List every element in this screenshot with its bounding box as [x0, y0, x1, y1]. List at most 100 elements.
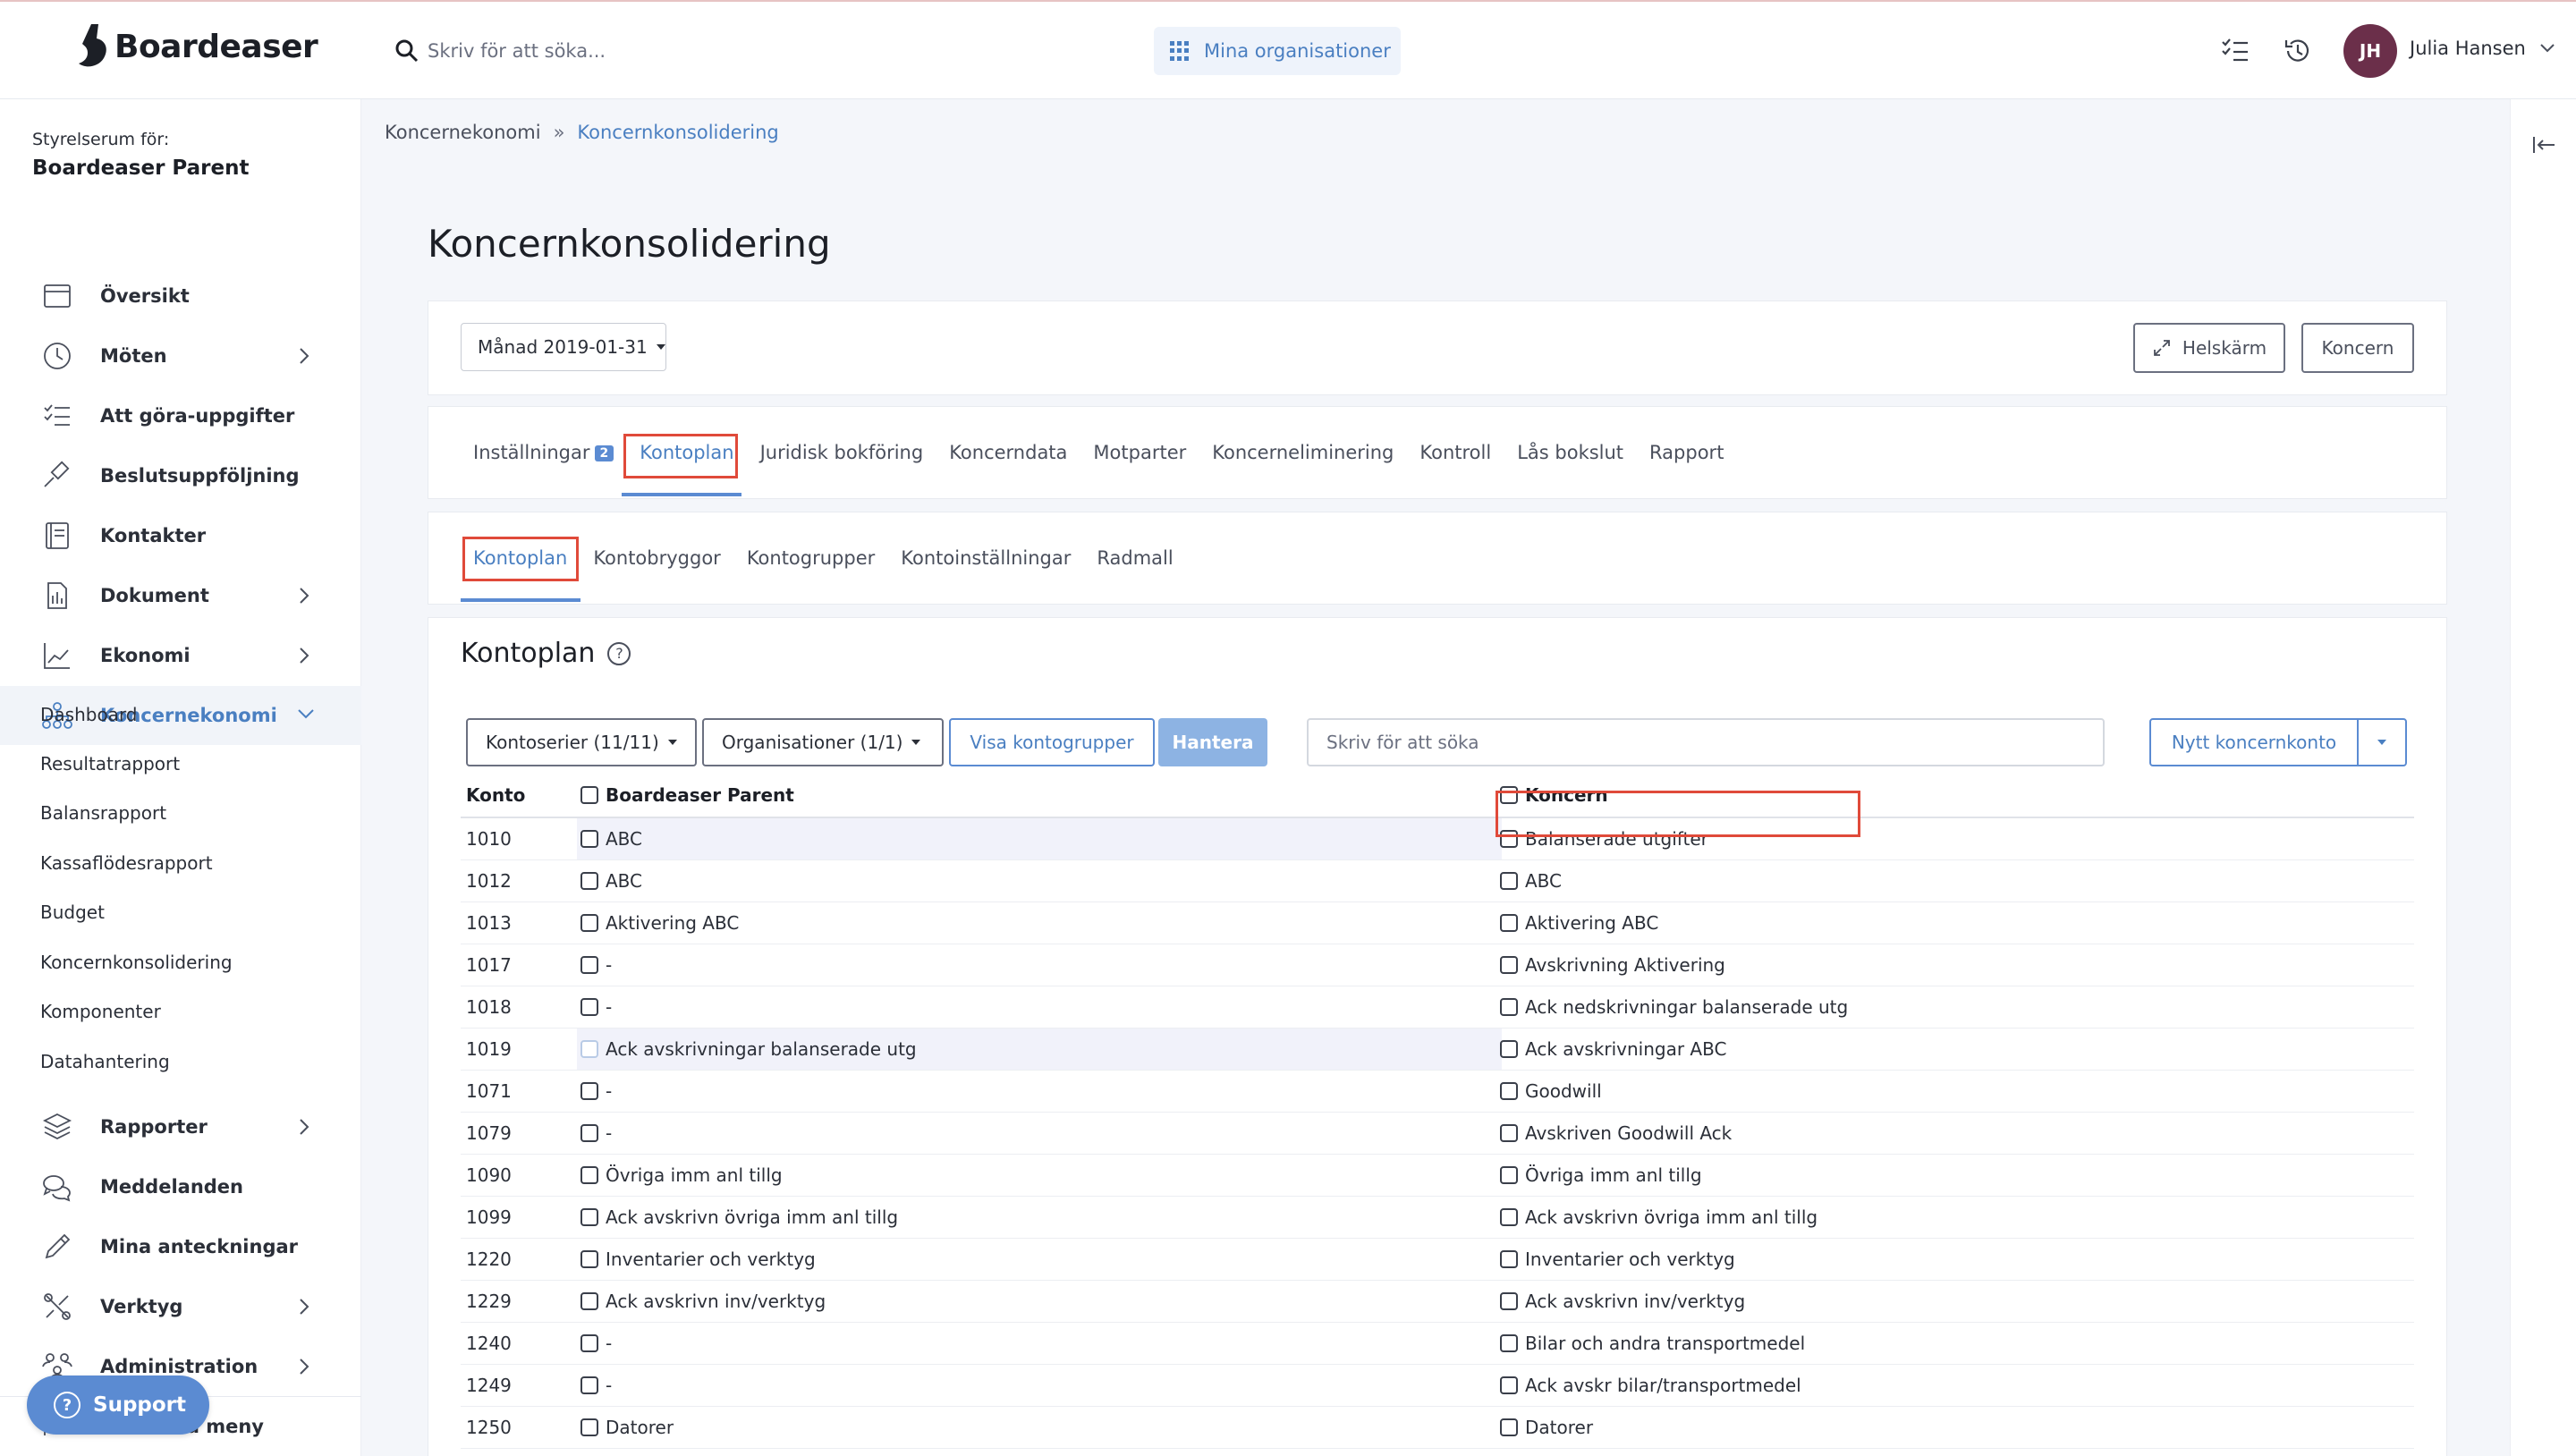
- organisationer-filter[interactable]: Organisationer (1/1): [702, 718, 944, 766]
- sidebar-item-moten[interactable]: Möten: [0, 326, 361, 385]
- table-row[interactable]: 1019 Ack avskrivningar balanserade utg Ack…: [461, 1029, 2414, 1071]
- sidebar-item-oversikt[interactable]: Översikt: [0, 267, 361, 326]
- sidebar-subitem-dashboard[interactable]: Dashboard: [40, 704, 138, 725]
- sidebar-item-rapporter[interactable]: Rapporter: [0, 1097, 361, 1156]
- sidebar-item-ekonomi[interactable]: Ekonomi: [0, 626, 361, 685]
- parent-account-checkbox[interactable]: [580, 1292, 598, 1310]
- koncern-account-checkbox[interactable]: [1500, 1292, 1518, 1310]
- koncern-account-checkbox[interactable]: [1500, 956, 1518, 974]
- parent-account-checkbox[interactable]: [580, 1208, 598, 1226]
- parent-account-checkbox[interactable]: [580, 872, 598, 890]
- sidebar-item-kontakter[interactable]: Kontakter: [0, 506, 361, 565]
- logo[interactable]: Boardeaser: [75, 21, 318, 72]
- sidebar-subitem-koncernkonsolidering[interactable]: Koncernkonsolidering: [40, 952, 233, 973]
- parent-account-checkbox[interactable]: [580, 830, 598, 848]
- sidebar-subitem-budget[interactable]: Budget: [40, 902, 105, 923]
- koncern-account-checkbox[interactable]: [1500, 1124, 1518, 1142]
- tab-koncerneliminering[interactable]: Koncerneliminering: [1212, 442, 1394, 463]
- koncern-account-checkbox[interactable]: [1500, 1208, 1518, 1226]
- koncern-account-checkbox[interactable]: [1500, 1334, 1518, 1352]
- table-row[interactable]: 1229 Ack avskrivn inv/verktyg Ack avskrivn…: [461, 1281, 2414, 1323]
- select-all-parent-checkbox[interactable]: [580, 786, 598, 804]
- help-icon[interactable]: ?: [607, 641, 631, 665]
- table-row[interactable]: 1012 ABC ABC: [461, 860, 2414, 902]
- chevron-down-icon[interactable]: [2538, 41, 2556, 54]
- tab-las-bokslut[interactable]: Lås bokslut: [1517, 442, 1623, 463]
- sidebar-subitem-balansrapport[interactable]: Balansrapport: [40, 802, 166, 824]
- koncern-button[interactable]: Koncern: [2301, 323, 2414, 373]
- parent-account-checkbox[interactable]: [580, 1082, 598, 1100]
- parent-account-checkbox[interactable]: [580, 1124, 598, 1142]
- subtab-radmall[interactable]: Radmall: [1097, 547, 1173, 569]
- koncern-account-checkbox[interactable]: [1500, 1166, 1518, 1184]
- parent-account-checkbox[interactable]: [580, 1334, 598, 1352]
- table-row[interactable]: 1013 Aktivering ABC Aktivering ABC: [461, 902, 2414, 944]
- hantera-button[interactable]: Hantera: [1158, 718, 1267, 766]
- tab-juridisk-bokforing[interactable]: Juridisk bokföring: [760, 442, 924, 463]
- table-row[interactable]: 1220 Inventarier och verktyg Inventarier o…: [461, 1239, 2414, 1281]
- breadcrumb-current[interactable]: Koncernkonsolidering: [577, 122, 778, 143]
- sidebar-item-verktyg[interactable]: Verktyg: [0, 1277, 361, 1336]
- nytt-koncernkonto-button[interactable]: Nytt koncernkonto: [2149, 718, 2359, 766]
- parent-account-checkbox[interactable]: [580, 1250, 598, 1268]
- visa-kontogrupper-button[interactable]: Visa kontogrupper: [949, 718, 1155, 766]
- table-row[interactable]: 1010 ABC Balanserade utgifter: [461, 818, 2414, 860]
- parent-account-checkbox[interactable]: [580, 1166, 598, 1184]
- account-search-input[interactable]: [1307, 718, 2105, 766]
- koncern-account-checkbox[interactable]: [1500, 1376, 1518, 1394]
- parent-account-checkbox[interactable]: [580, 956, 598, 974]
- breadcrumb-parent[interactable]: Koncernekonomi: [385, 122, 541, 143]
- kontoserier-filter[interactable]: Kontoserier (11/11): [466, 718, 697, 766]
- table-row[interactable]: 1250 Datorer Datorer: [461, 1407, 2414, 1449]
- koncern-account-checkbox[interactable]: [1500, 914, 1518, 932]
- subtab-kontoinstallningar[interactable]: Kontoinställningar: [901, 547, 1071, 569]
- tab-koncerndata[interactable]: Koncerndata: [949, 442, 1067, 463]
- sidebar-item-mina-anteckningar[interactable]: Mina anteckningar: [0, 1217, 361, 1276]
- parent-account-checkbox[interactable]: [580, 998, 598, 1016]
- koncern-account-checkbox[interactable]: [1500, 872, 1518, 890]
- month-select[interactable]: Månad 2019-01-31: [461, 323, 666, 371]
- tab-installningar[interactable]: Inställningar 2: [473, 442, 614, 463]
- my-organisations-button[interactable]: Mina organisationer: [1154, 27, 1401, 75]
- fullscreen-button[interactable]: Helskärm: [2133, 323, 2285, 373]
- parent-account-checkbox[interactable]: [580, 914, 598, 932]
- subtab-kontobryggor[interactable]: Kontobryggor: [593, 547, 721, 569]
- table-row[interactable]: 1090 Övriga imm anl tillg Övriga imm anl t…: [461, 1155, 2414, 1197]
- sidebar-item-att-gora[interactable]: Att göra-uppgifter: [0, 386, 361, 445]
- tab-motparter[interactable]: Motparter: [1093, 442, 1186, 463]
- tab-rapport[interactable]: Rapport: [1649, 442, 1724, 463]
- table-row[interactable]: 1099 Ack avskrivn övriga imm anl tillg Ack…: [461, 1197, 2414, 1239]
- history-icon[interactable]: [2283, 36, 2313, 66]
- nytt-koncernkonto-dropdown[interactable]: [2357, 718, 2407, 766]
- subtab-kontogrupper[interactable]: Kontogrupper: [747, 547, 875, 569]
- sidebar-subitem-komponenter[interactable]: Komponenter: [40, 1001, 161, 1022]
- collapse-panel-icon[interactable]: [2531, 134, 2556, 156]
- sidebar-item-dokument[interactable]: Dokument: [0, 566, 361, 625]
- sidebar-item-meddelanden[interactable]: Meddelanden: [0, 1157, 361, 1216]
- parent-account-checkbox[interactable]: [580, 1418, 598, 1436]
- support-button[interactable]: ? Support: [27, 1376, 209, 1435]
- table-row[interactable]: 1079 - Avskriven Goodwill Ack: [461, 1113, 2414, 1155]
- koncern-account-checkbox[interactable]: [1500, 1082, 1518, 1100]
- sidebar-item-beslutsuppfoljning[interactable]: Beslutsuppföljning: [0, 446, 361, 505]
- table-row[interactable]: 1249 - Ack avskr bilar/transportmedel: [461, 1365, 2414, 1407]
- global-search-input[interactable]: [428, 29, 928, 73]
- contacts-icon: [41, 520, 73, 552]
- koncern-account-checkbox[interactable]: [1500, 1040, 1518, 1058]
- avatar[interactable]: JH: [2343, 24, 2397, 78]
- sidebar-subitem-resultatrapport[interactable]: Resultatrapport: [40, 753, 180, 775]
- parent-account-checkbox[interactable]: [580, 1376, 598, 1394]
- parent-account-checkbox[interactable]: [580, 1040, 598, 1058]
- task-list-icon[interactable]: [2220, 36, 2250, 66]
- tab-kontroll[interactable]: Kontroll: [1419, 442, 1491, 463]
- table-row[interactable]: 1018 - Ack nedskrivningar balanserade utg: [461, 986, 2414, 1029]
- sidebar-subitem-datahantering[interactable]: Datahantering: [40, 1051, 170, 1072]
- koncern-account-checkbox[interactable]: [1500, 1418, 1518, 1436]
- table-row[interactable]: 1071 - Goodwill: [461, 1071, 2414, 1113]
- koncern-account-checkbox[interactable]: [1500, 1250, 1518, 1268]
- table-row[interactable]: 1240 - Bilar och andra transportmedel: [461, 1323, 2414, 1365]
- table-row[interactable]: 1017 - Avskrivning Aktivering: [461, 944, 2414, 986]
- koncern-account-checkbox[interactable]: [1500, 998, 1518, 1016]
- sidebar-subitem-kassaflodesrapport[interactable]: Kassaflödesrapport: [40, 852, 213, 874]
- user-name[interactable]: Julia Hansen: [2410, 38, 2526, 59]
